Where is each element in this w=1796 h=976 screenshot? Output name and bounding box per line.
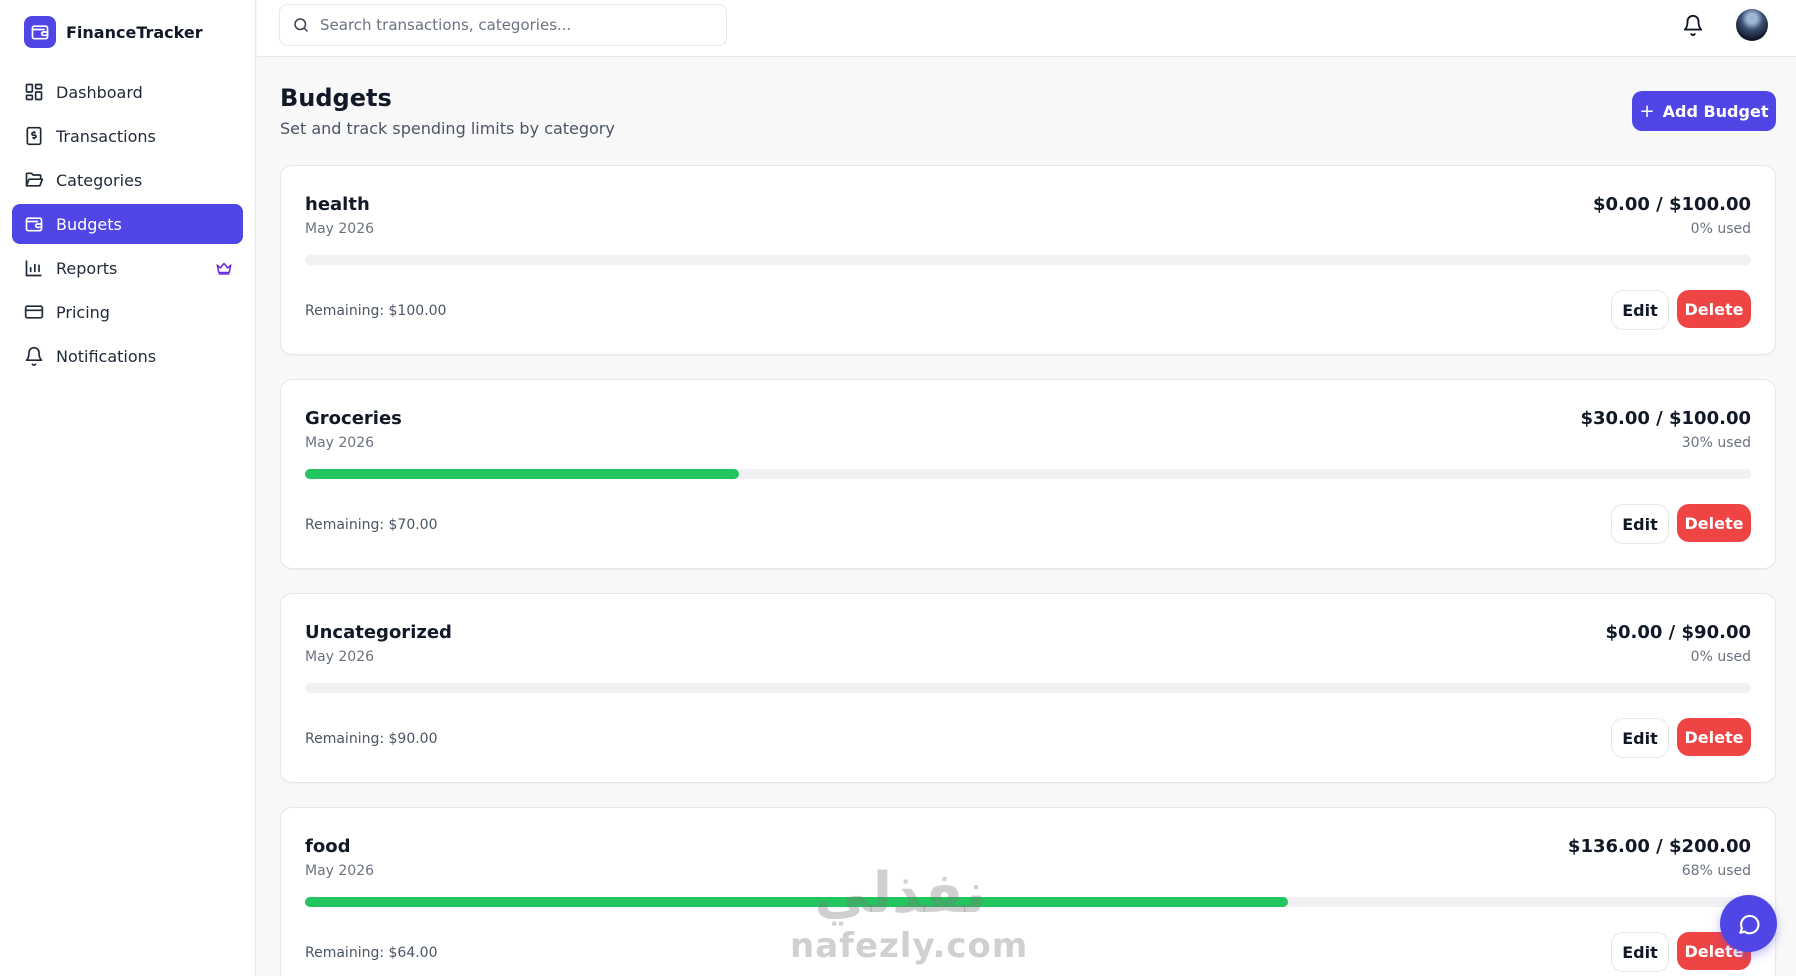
wallet-icon xyxy=(25,217,43,232)
sidebar-item-label: Notifications xyxy=(56,346,157,366)
delete-button[interactable]: Delete xyxy=(1677,718,1751,756)
budget-used-percent: 30% used xyxy=(1681,435,1751,451)
budget-progress-bar xyxy=(305,897,1751,907)
sidebar-item-label: Budgets xyxy=(56,214,122,234)
wallet-logo-icon xyxy=(24,16,56,48)
budget-amount: $0.00 / $100.00 xyxy=(1592,194,1751,215)
budget-used-percent: 68% used xyxy=(1681,863,1751,879)
edit-button[interactable]: Edit xyxy=(1611,932,1669,972)
sidebar-item-label: Transactions xyxy=(56,126,156,146)
sidebar-item-dashboard[interactable]: Dashboard xyxy=(12,72,243,112)
budget-remaining: Remaining: $90.00 xyxy=(305,731,438,747)
sidebar-item-notifications[interactable]: Notifications xyxy=(12,336,243,376)
bar-chart-icon xyxy=(25,260,42,277)
topbar xyxy=(257,0,1796,57)
budget-used-percent: 0% used xyxy=(1690,649,1751,665)
budget-period: May 2026 xyxy=(305,649,375,665)
sidebar-item-budgets[interactable]: Budgets xyxy=(12,204,243,244)
budget-card: Uncategorized May 2026 $0.00 / $90.00 0%… xyxy=(280,593,1776,783)
sidebar-item-label: Reports xyxy=(56,258,118,278)
sidebar-item-label: Dashboard xyxy=(56,82,143,102)
edit-button[interactable]: Edit xyxy=(1611,504,1669,544)
budget-progress-bar xyxy=(305,469,1751,479)
budget-name: Groceries xyxy=(305,408,402,429)
sidebar-item-pricing[interactable]: Pricing xyxy=(12,292,243,332)
add-budget-button[interactable]: + Add Budget xyxy=(1632,91,1776,131)
budget-card: Groceries May 2026 $30.00 / $100.00 30% … xyxy=(280,379,1776,569)
budget-remaining: Remaining: $70.00 xyxy=(305,517,438,533)
budget-amount: $30.00 / $100.00 xyxy=(1580,408,1751,429)
sidebar: FinanceTracker Dashboard Transactions Ca… xyxy=(0,0,256,976)
budget-progress-bar xyxy=(305,683,1751,693)
search-box[interactable] xyxy=(279,4,727,46)
budget-progress-fill xyxy=(305,897,1289,907)
budget-amount: $136.00 / $200.00 xyxy=(1567,836,1751,857)
plus-icon: + xyxy=(1639,100,1655,122)
sidebar-item-categories[interactable]: Categories xyxy=(12,160,243,200)
budget-period: May 2026 xyxy=(305,221,375,237)
budget-card: health May 2026 $0.00 / $100.00 0% used … xyxy=(280,165,1776,355)
page-subtitle: Set and track spending limits by categor… xyxy=(280,119,615,138)
notifications-bell-icon[interactable] xyxy=(1682,14,1704,36)
delete-button[interactable]: Delete xyxy=(1677,290,1751,328)
budget-progress-fill xyxy=(305,469,739,479)
crown-icon xyxy=(216,262,232,275)
delete-button[interactable]: Delete xyxy=(1677,504,1751,542)
budget-progress-bar xyxy=(305,255,1751,265)
budget-remaining: Remaining: $64.00 xyxy=(305,945,438,961)
sidebar-item-transactions[interactable]: Transactions xyxy=(12,116,243,156)
search-icon xyxy=(294,18,308,32)
budget-name: food xyxy=(305,836,351,857)
budget-name: health xyxy=(305,194,370,215)
budget-remaining: Remaining: $100.00 xyxy=(305,303,447,319)
add-budget-label: Add Budget xyxy=(1662,101,1769,121)
chat-bubble-icon xyxy=(1738,914,1760,934)
chat-button[interactable] xyxy=(1720,895,1777,952)
budget-period: May 2026 xyxy=(305,863,375,879)
sidebar-item-label: Categories xyxy=(56,170,143,190)
receipt-dollar-icon xyxy=(26,126,42,146)
credit-card-icon xyxy=(24,305,44,319)
search-input[interactable] xyxy=(320,16,700,34)
folder-open-icon xyxy=(25,172,44,187)
brand[interactable]: FinanceTracker xyxy=(24,16,203,48)
edit-button[interactable]: Edit xyxy=(1611,290,1669,330)
page-title: Budgets xyxy=(280,84,392,112)
budget-period: May 2026 xyxy=(305,435,375,451)
sidebar-item-reports[interactable]: Reports xyxy=(12,248,243,288)
avatar[interactable] xyxy=(1736,9,1768,41)
budget-name: Uncategorized xyxy=(305,622,452,643)
sidebar-item-label: Pricing xyxy=(56,302,110,322)
sidebar-nav: Dashboard Transactions Categories Budget… xyxy=(12,72,243,380)
budget-amount: $0.00 / $90.00 xyxy=(1605,622,1751,643)
layout-grid-icon xyxy=(25,83,43,101)
budget-used-percent: 0% used xyxy=(1690,221,1751,237)
app-name: FinanceTracker xyxy=(66,22,203,42)
budget-card: food May 2026 $136.00 / $200.00 68% used… xyxy=(280,807,1776,976)
bell-icon xyxy=(25,346,43,366)
budget-list: health May 2026 $0.00 / $100.00 0% used … xyxy=(280,165,1776,976)
edit-button[interactable]: Edit xyxy=(1611,718,1669,758)
